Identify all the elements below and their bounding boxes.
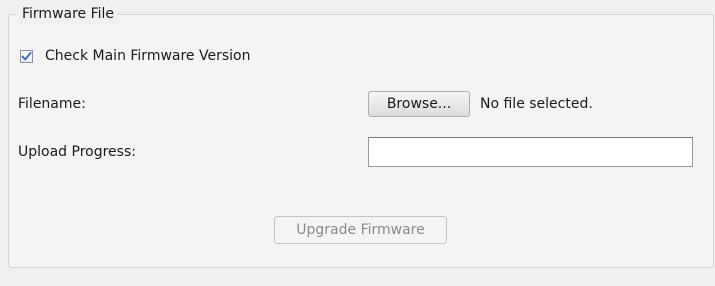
upload-progress-label: Upload Progress:: [18, 144, 136, 160]
upgrade-row: Upgrade Firmware: [274, 216, 447, 244]
checkmark-icon: [21, 51, 32, 60]
filename-label-row: Filename:: [18, 94, 86, 114]
filename-label: Filename:: [18, 96, 86, 112]
file-picker: Browse... No file selected.: [368, 91, 593, 117]
firmware-file-legend: Firmware File: [18, 4, 119, 24]
file-status-text: No file selected.: [480, 96, 593, 112]
check-main-firmware-row[interactable]: Check Main Firmware Version: [20, 46, 250, 66]
check-main-firmware-label: Check Main Firmware Version: [45, 48, 251, 64]
upgrade-firmware-button[interactable]: Upgrade Firmware: [274, 216, 447, 244]
browse-button[interactable]: Browse...: [368, 91, 470, 117]
upload-progress-bar: [368, 137, 693, 167]
check-main-firmware-checkbox[interactable]: [20, 49, 33, 63]
upload-progress-label-row: Upload Progress:: [18, 142, 136, 162]
